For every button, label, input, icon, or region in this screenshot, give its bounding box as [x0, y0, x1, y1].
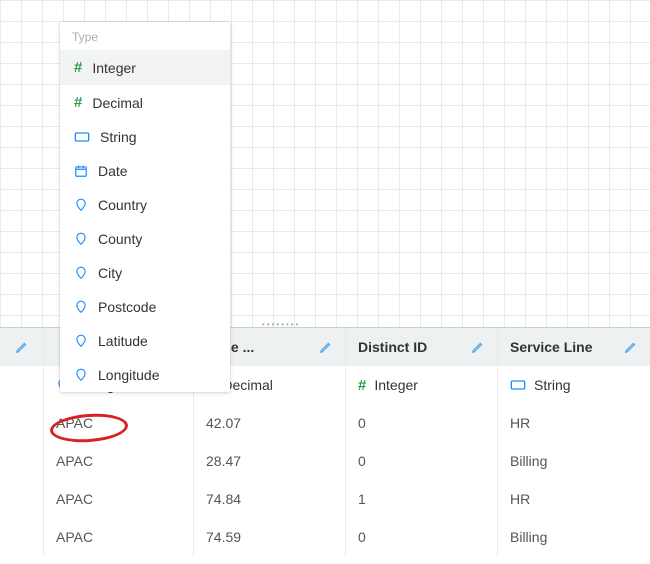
cell: 28.47 — [194, 442, 346, 480]
dropdown-item-decimal[interactable]: # Decimal — [60, 85, 230, 120]
dropdown-item-label: String — [100, 129, 137, 145]
cell: 0 — [346, 442, 498, 480]
table-row: APAC42.070HR — [0, 404, 650, 442]
cell: 0 — [346, 518, 498, 556]
table-row: APAC74.590Billing — [0, 518, 650, 556]
table-row: APAC28.470Billing — [0, 442, 650, 480]
cell: Billing — [498, 518, 650, 556]
type-cell[interactable]: # Integer — [346, 366, 498, 404]
cell: HR — [498, 404, 650, 442]
hash-icon: # — [74, 59, 82, 76]
pencil-icon — [471, 340, 485, 354]
type-label: Integer — [374, 377, 418, 393]
string-icon — [510, 379, 526, 391]
cell: APAC — [44, 518, 194, 556]
cell: APAC — [44, 442, 194, 480]
calendar-icon — [74, 164, 88, 178]
dropdown-item-label: Postcode — [98, 299, 156, 315]
pin-icon — [74, 333, 88, 349]
column-edit[interactable] — [0, 328, 44, 366]
dropdown-item-label: Integer — [92, 60, 136, 76]
dropdown-item-label: Date — [98, 163, 128, 179]
pin-icon — [74, 231, 88, 247]
dropdown-item-label: Latitude — [98, 333, 148, 349]
cell: Billing — [498, 442, 650, 480]
dropdown-item-label: City — [98, 265, 122, 281]
dropdown-item-integer[interactable]: # Integer — [60, 50, 230, 85]
dropdown-item-longitude[interactable]: Longitude — [60, 358, 230, 392]
dropdown-item-label: Decimal — [92, 95, 143, 111]
cell: HR — [498, 480, 650, 518]
dropdown-item-latitude[interactable]: Latitude — [60, 324, 230, 358]
dropdown-item-postcode[interactable]: Postcode — [60, 290, 230, 324]
hash-icon: # — [74, 94, 82, 111]
pin-icon — [74, 299, 88, 315]
dropdown-item-label: Longitude — [98, 367, 160, 383]
dropdown-item-string[interactable]: String — [60, 120, 230, 154]
cell: APAC — [44, 404, 194, 442]
type-dropdown: Type # Integer # Decimal String Date Country Co… — [60, 22, 230, 392]
pin-icon — [74, 367, 88, 383]
pencil-icon — [624, 340, 638, 354]
cell: 42.07 — [194, 404, 346, 442]
column-title: Service Line — [510, 339, 616, 355]
cell: APAC — [44, 480, 194, 518]
cell: 1 — [346, 480, 498, 518]
column-header[interactable]: Service Line — [498, 328, 650, 366]
dropdown-item-county[interactable]: County — [60, 222, 230, 256]
column-title: Distinct ID — [358, 339, 463, 355]
cell: 0 — [346, 404, 498, 442]
column-header[interactable]: Distinct ID — [346, 328, 498, 366]
type-cell[interactable]: String — [498, 366, 650, 404]
dropdown-item-city[interactable]: City — [60, 256, 230, 290]
dropdown-item-label: Country — [98, 197, 147, 213]
pencil-icon — [319, 340, 333, 354]
dropdown-item-date[interactable]: Date — [60, 154, 230, 188]
pin-icon — [74, 265, 88, 281]
hash-icon: # — [358, 377, 366, 394]
dropdown-header: Type — [60, 22, 230, 50]
cell: 74.59 — [194, 518, 346, 556]
string-icon — [74, 131, 90, 143]
pin-icon — [74, 197, 88, 213]
cell: 74.84 — [194, 480, 346, 518]
type-label: String — [534, 377, 571, 393]
pencil-icon — [15, 340, 29, 354]
table-row: APAC74.841HR — [0, 480, 650, 518]
dropdown-item-country[interactable]: Country — [60, 188, 230, 222]
dropdown-item-label: County — [98, 231, 142, 247]
